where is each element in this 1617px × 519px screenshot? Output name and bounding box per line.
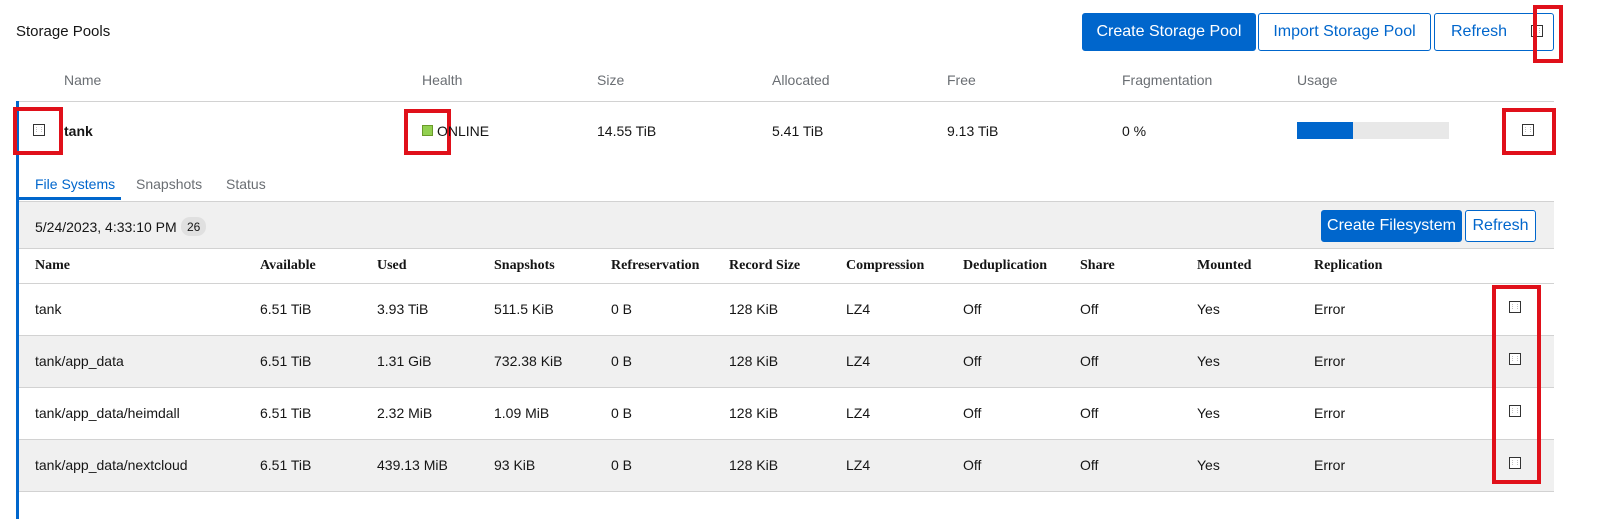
kebab-menu-icon[interactable]: ⋮⋮	[1509, 405, 1521, 417]
tab-snapshots[interactable]: Snapshots	[136, 176, 202, 192]
fs-cell-refreservation: 0 B	[611, 405, 633, 421]
fs-col-available: Available	[260, 258, 316, 273]
expand-toggle-icon[interactable]: ⋮⋮	[33, 124, 45, 136]
pool-free: 9.13 TiB	[947, 123, 999, 139]
fs-cell-available: 6.51 TiB	[260, 353, 312, 369]
col-header-allocated: Allocated	[772, 72, 830, 88]
fs-cell-refreservation: 0 B	[611, 457, 633, 473]
divider	[16, 101, 1554, 102]
kebab-menu-icon[interactable]: ⋮⋮	[1509, 353, 1521, 365]
fs-cell-replication: Error	[1314, 353, 1346, 369]
fs-cell-snapshots: 511.5 KiB	[494, 301, 554, 317]
fs-cell-name: tank/app_data/heimdall	[35, 405, 180, 421]
fs-cell-replication: Error	[1314, 301, 1346, 317]
filesystem-count-badge: 26	[181, 217, 207, 236]
usage-bar	[1297, 122, 1449, 139]
kebab-menu-icon[interactable]: ⋮⋮	[1509, 457, 1521, 469]
fs-cell-record-size: 128 KiB	[729, 457, 779, 473]
usage-bar-fill	[1297, 122, 1354, 139]
col-header-size: Size	[597, 72, 625, 88]
fs-cell-replication: Error	[1314, 457, 1346, 473]
fs-cell-mounted: Yes	[1197, 353, 1220, 369]
fs-cell-name: tank	[35, 301, 62, 317]
col-header-usage: Usage	[1297, 72, 1338, 88]
fs-cell-share: Off	[1080, 457, 1099, 473]
fs-col-compression: Compression	[846, 258, 925, 273]
fs-cell-replication: Error	[1314, 405, 1346, 421]
fs-col-mounted: Mounted	[1197, 258, 1252, 273]
fs-cell-share: Off	[1080, 353, 1099, 369]
active-tab-indicator	[19, 197, 121, 200]
fs-col-name: Name	[35, 258, 70, 273]
fs-cell-snapshots: 732.38 KiB	[494, 353, 563, 369]
fs-cell-snapshots: 1.09 MiB	[494, 405, 550, 421]
col-header-name: Name	[64, 72, 102, 88]
fs-col-deduplication: Deduplication	[963, 258, 1048, 273]
fs-cell-deduplication: Off	[963, 353, 982, 369]
last-updated-timestamp: 5/24/2023, 4:33:10 PM	[35, 219, 177, 235]
fs-cell-available: 6.51 TiB	[260, 301, 312, 317]
health-status-icon	[422, 125, 433, 136]
fs-cell-refreservation: 0 B	[611, 301, 633, 317]
kebab-menu-icon[interactable]: ⋮⋮	[1531, 25, 1543, 37]
pool-size: 14.55 TiB	[597, 123, 657, 139]
col-header-health: Health	[422, 72, 463, 88]
fs-cell-mounted: Yes	[1197, 405, 1220, 421]
create-filesystem-button[interactable]: Create Filesystem	[1321, 210, 1462, 242]
fs-cell-compression: LZ4	[846, 457, 871, 473]
fs-cell-record-size: 128 KiB	[729, 353, 779, 369]
fs-cell-share: Off	[1080, 405, 1099, 421]
fs-cell-deduplication: Off	[963, 301, 982, 317]
fs-cell-deduplication: Off	[963, 457, 982, 473]
fs-col-snapshots: Snapshots	[494, 258, 555, 273]
fs-cell-used: 1.31 GiB	[377, 353, 432, 369]
fs-col-share: Share	[1080, 258, 1115, 273]
fs-cell-refreservation: 0 B	[611, 353, 633, 369]
fs-cell-available: 6.51 TiB	[260, 457, 312, 473]
page-title: Storage Pools	[16, 23, 111, 40]
kebab-menu-icon[interactable]: ⋮⋮	[1522, 124, 1534, 136]
fs-cell-mounted: Yes	[1197, 457, 1220, 473]
kebab-menu-icon[interactable]: ⋮⋮	[1509, 301, 1521, 313]
table-row[interactable]: tank/app_data 6.51 TiB 1.31 GiB 732.38 KiB 0…	[19, 336, 1554, 388]
create-storage-pool-button[interactable]: Create Storage Pool	[1082, 13, 1256, 51]
fs-col-replication: Replication	[1314, 258, 1383, 273]
fs-col-refreservation: Refreservation	[611, 258, 700, 273]
fs-cell-deduplication: Off	[963, 405, 982, 421]
pool-fragmentation: 0 %	[1122, 123, 1147, 139]
table-row[interactable]: tank/app_data/heimdall 6.51 TiB 2.32 MiB 1.…	[19, 388, 1554, 440]
fs-cell-snapshots: 93 KiB	[494, 457, 536, 473]
table-row[interactable]: tank 6.51 TiB 3.93 TiB 511.5 KiB 0 B 128 KiB L…	[19, 284, 1554, 336]
col-header-fragmentation: Fragmentation	[1122, 72, 1213, 88]
fs-cell-compression: LZ4	[846, 405, 871, 421]
fs-cell-available: 6.51 TiB	[260, 405, 312, 421]
fs-cell-used: 3.93 TiB	[377, 301, 429, 317]
tab-status[interactable]: Status	[226, 176, 266, 192]
tab-file-systems[interactable]: File Systems	[35, 176, 115, 192]
fs-cell-record-size: 128 KiB	[729, 405, 779, 421]
fs-cell-mounted: Yes	[1197, 301, 1220, 317]
pool-allocated: 5.41 TiB	[772, 123, 824, 139]
fs-col-record-size: Record Size	[729, 258, 801, 273]
fs-col-used: Used	[377, 258, 407, 273]
fs-cell-share: Off	[1080, 301, 1099, 317]
pool-name[interactable]: tank	[64, 123, 93, 139]
pool-health: ONLINE	[437, 123, 490, 139]
fs-cell-name: tank/app_data	[35, 353, 124, 369]
fs-cell-compression: LZ4	[846, 301, 871, 317]
table-row[interactable]: tank/app_data/nextcloud 6.51 TiB 439.13 Mi…	[19, 440, 1554, 492]
refresh-filesystems-button[interactable]: Refresh	[1465, 210, 1536, 242]
col-header-free: Free	[947, 72, 976, 88]
fs-cell-record-size: 128 KiB	[729, 301, 779, 317]
fs-cell-name: tank/app_data/nextcloud	[35, 457, 188, 473]
fs-cell-used: 439.13 MiB	[377, 457, 448, 473]
fs-cell-compression: LZ4	[846, 353, 871, 369]
import-storage-pool-button[interactable]: Import Storage Pool	[1258, 13, 1431, 51]
fs-cell-used: 2.32 MiB	[377, 405, 433, 421]
